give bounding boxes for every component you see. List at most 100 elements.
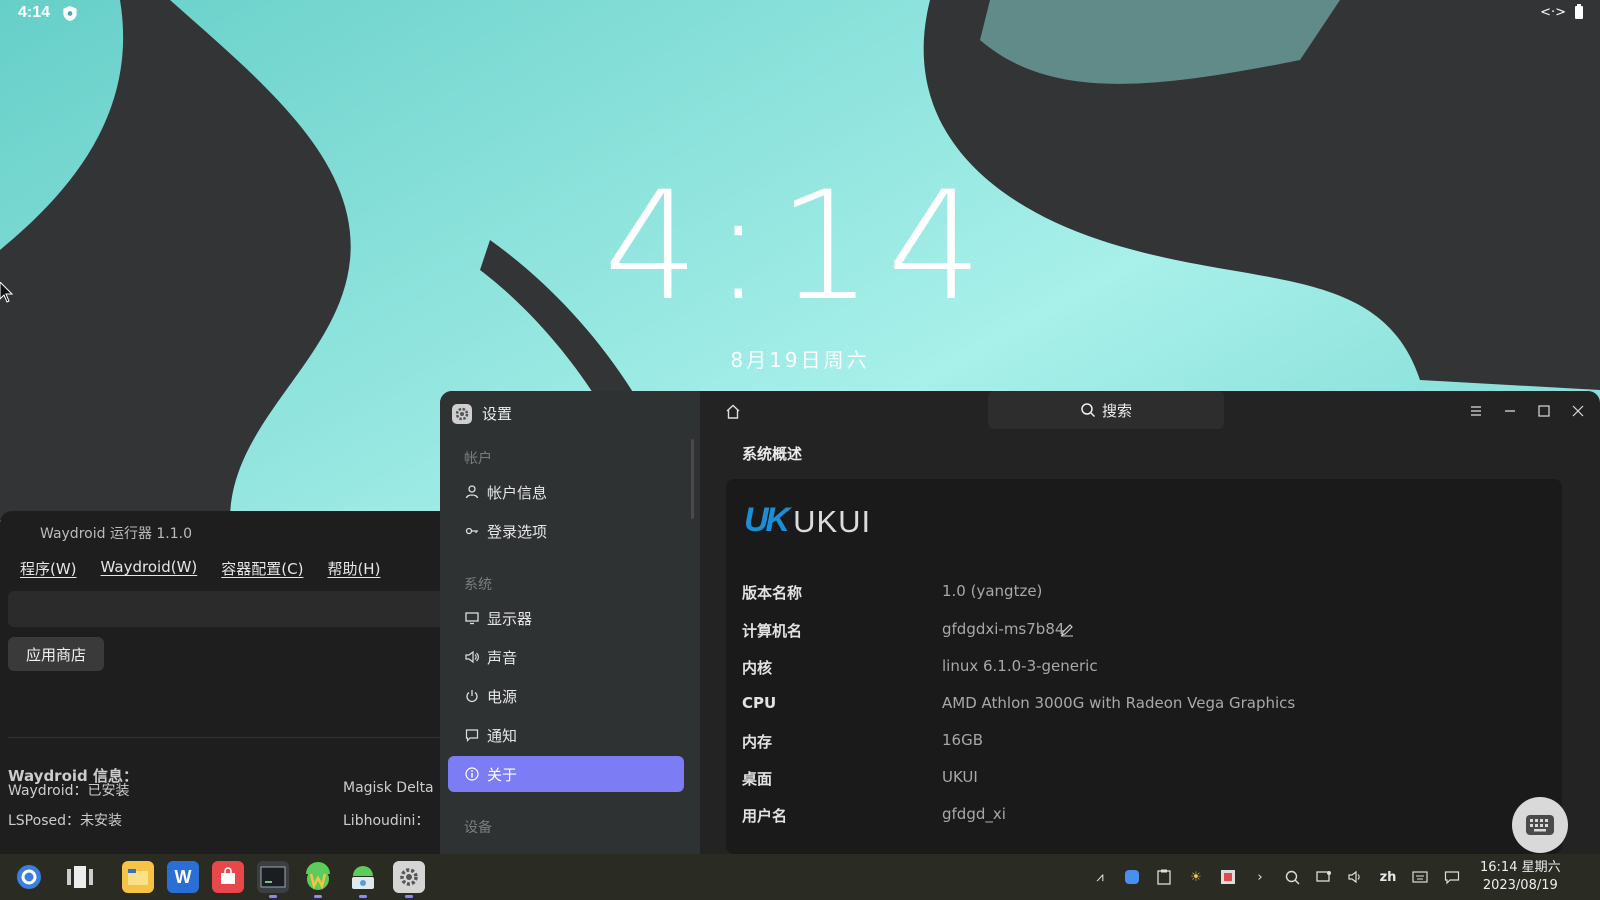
- sidebar-item-notifications[interactable]: 通知: [448, 717, 684, 753]
- sidebar-item-display[interactable]: 显示器: [448, 600, 684, 636]
- sidebar-item-about[interactable]: 关于: [448, 756, 684, 792]
- info-label-kernel: 内核: [742, 659, 773, 677]
- menu-program[interactable]: 程序(W): [20, 558, 77, 583]
- taskbar-time: 16:14 星期六: [1480, 860, 1561, 875]
- taskbar-date: 2023/08/19: [1482, 878, 1558, 893]
- menu-icon[interactable]: [1464, 399, 1488, 423]
- app-store-button[interactable]: 应用商店: [8, 637, 104, 671]
- settings-app[interactable]: [393, 861, 425, 898]
- group-devices: 设备: [464, 820, 492, 836]
- running-indicator: [269, 895, 277, 898]
- notification-tray-icon[interactable]: [1443, 868, 1461, 886]
- monitor-icon: [464, 611, 479, 626]
- android-app[interactable]: [347, 861, 379, 898]
- running-indicator: [405, 895, 413, 898]
- info-label-hostname: 计算机名: [742, 622, 803, 640]
- folder-icon: [128, 869, 148, 885]
- info-value-memory: 16GB: [942, 731, 984, 749]
- link-icon: <·>: [1540, 4, 1566, 20]
- sidebar-item-sound[interactable]: 声音: [448, 639, 684, 675]
- mouse-cursor-icon: [0, 282, 14, 303]
- android-w-icon: [306, 862, 330, 890]
- info-icon: [464, 767, 479, 782]
- command-input[interactable]: [8, 591, 440, 627]
- window-controls: [1464, 399, 1590, 423]
- keyboard-button[interactable]: [1512, 797, 1568, 853]
- close-icon[interactable]: [1566, 399, 1590, 423]
- multitask-view-button[interactable]: [64, 861, 96, 893]
- sidebar-item-login-options[interactable]: 登录选项: [448, 513, 684, 549]
- sidebar-item-account-info[interactable]: 帐户信息: [448, 474, 684, 510]
- waydroid-status: Waydroid：已安装: [8, 783, 130, 799]
- divider: [8, 737, 440, 738]
- screenshot-tray-icon[interactable]: [1219, 868, 1237, 886]
- shopping-bag-icon: [221, 867, 235, 884]
- settings-sidebar: 设置 帐户 帐户信息 登录选项 系统 显示器 声音 电源 通知 关于 设备: [440, 391, 700, 854]
- info-value-desktop: UKUI: [942, 768, 978, 786]
- info-label-version: 版本名称: [742, 584, 803, 602]
- menu-help[interactable]: 帮助(H): [327, 558, 380, 583]
- terminal-app[interactable]: [257, 861, 289, 898]
- status-time: 4:14: [18, 4, 51, 21]
- message-icon: [464, 728, 479, 743]
- input-method-tray[interactable]: zh: [1379, 868, 1397, 886]
- waydroid-runner-app[interactable]: [302, 861, 334, 898]
- search-input[interactable]: 搜索: [988, 391, 1224, 429]
- taskbar: W ⩘ ☀ › zh 16:14 星期六 2023/08/19: [0, 854, 1600, 900]
- brightness-tray-icon[interactable]: ☀: [1187, 868, 1205, 886]
- volume-tray-icon[interactable]: [1347, 868, 1365, 886]
- sidebar-scrollbar[interactable]: [691, 439, 694, 519]
- edit-icon[interactable]: [1060, 623, 1074, 637]
- libhoudini-status: Libhoudini：: [343, 813, 430, 829]
- lockscreen-date: 8月19日周六: [730, 348, 870, 372]
- running-indicator: [359, 895, 367, 898]
- lsposed-status: LSPosed：未安装: [8, 813, 122, 829]
- menu-bar: 程序(W) Waydroid(W) 容器配置(C) 帮助(H): [0, 551, 440, 583]
- group-accounts: 帐户: [464, 451, 492, 467]
- running-indicator: [314, 895, 322, 898]
- sidebar-item-power[interactable]: 电源: [448, 678, 684, 714]
- wps-icon: W: [174, 866, 192, 887]
- search-icon: [1081, 403, 1096, 418]
- ukui-logo-text: UKUI: [793, 504, 872, 539]
- group-system: 系统: [464, 577, 492, 593]
- taskbar-clock[interactable]: 16:14 星期六 2023/08/19: [1480, 859, 1561, 895]
- app-tray-icon[interactable]: [1123, 868, 1141, 886]
- ukui-logo: UK UKUI: [744, 501, 871, 540]
- ukui-logo-mark: UK: [744, 501, 790, 539]
- keyboard-tray-icon[interactable]: [1411, 868, 1429, 886]
- gear-icon: [400, 868, 418, 886]
- software-store-app[interactable]: [212, 861, 244, 893]
- key-icon: [464, 524, 479, 539]
- file-manager-app[interactable]: [122, 861, 154, 893]
- info-value-hostname: gfdgdxi-ms7b84: [942, 620, 1065, 638]
- start-menu-button[interactable]: [13, 861, 45, 893]
- sidebar-item-label: 通知: [487, 726, 518, 745]
- info-label-cpu: CPU: [742, 694, 777, 712]
- minimize-icon[interactable]: [1498, 399, 1522, 423]
- search-tray-icon[interactable]: [1283, 868, 1301, 886]
- info-value-kernel: linux 6.1.0-3-generic: [942, 657, 1098, 675]
- sidebar-item-label: 显示器: [487, 609, 533, 628]
- section-title: 系统概述: [742, 445, 803, 463]
- info-value-cpu: AMD Athlon 3000G with Radeon Vega Graphi…: [942, 694, 1296, 712]
- start-logo-icon: [17, 865, 41, 889]
- expand-tray-icon[interactable]: ›: [1251, 868, 1269, 886]
- waydroid-window: Waydroid 运行器 1.1.0 程序(W) Waydroid(W) 容器配…: [0, 511, 440, 854]
- display-tray-icon[interactable]: [1315, 868, 1333, 886]
- lockscreen-clock: 4:14: [603, 160, 997, 334]
- status-icons: <·>: [1540, 4, 1584, 20]
- battery-icon: [1575, 4, 1583, 19]
- menu-container-config[interactable]: 容器配置(C): [221, 558, 303, 583]
- menu-waydroid[interactable]: Waydroid(W): [101, 558, 198, 583]
- home-icon[interactable]: [724, 403, 742, 421]
- wps-app[interactable]: W: [167, 861, 199, 893]
- sidebar-item-label: 登录选项: [487, 522, 548, 541]
- terminal-icon: [260, 866, 286, 888]
- search-placeholder: 搜索: [1101, 401, 1132, 420]
- window-title: Waydroid 运行器 1.1.0: [40, 526, 193, 542]
- clipboard-tray-icon[interactable]: [1155, 868, 1173, 886]
- network-tray-icon[interactable]: ⩘: [1091, 868, 1109, 886]
- sidebar-item-label: 关于: [487, 765, 518, 784]
- maximize-icon[interactable]: [1532, 399, 1556, 423]
